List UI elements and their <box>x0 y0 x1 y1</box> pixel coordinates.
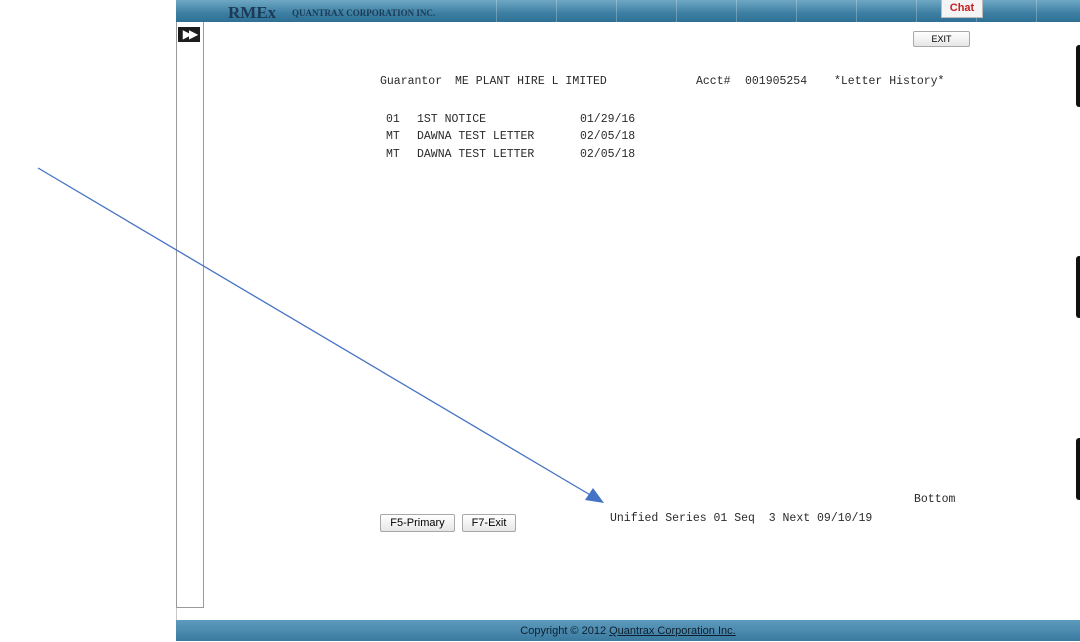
annotation-arrow <box>37 167 604 503</box>
annotation-arrowhead <box>585 488 604 503</box>
annotation-arrow-line <box>37 167 593 497</box>
